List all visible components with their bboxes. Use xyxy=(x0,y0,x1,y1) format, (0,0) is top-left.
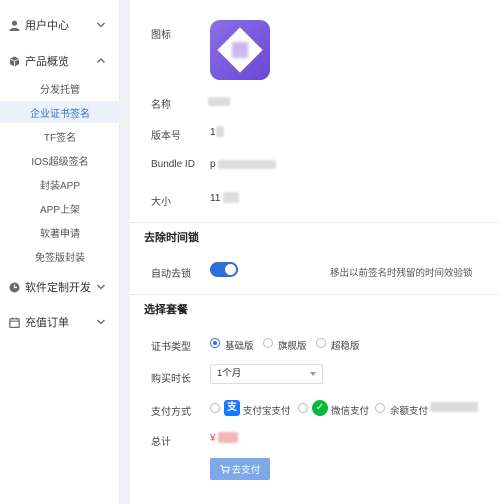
size-redacted xyxy=(223,192,239,203)
menu-label: 用户中心 xyxy=(25,20,69,32)
auto-unlock-toggle[interactable] xyxy=(210,262,238,277)
app-icon-mosaic xyxy=(232,42,248,58)
cert-option-flagship[interactable]: 旗舰版 xyxy=(278,338,307,352)
bundle-id-value: p xyxy=(210,159,216,170)
menu-item-custom-dev[interactable]: 软件定制开发 xyxy=(0,274,120,300)
menu-item-product-overview[interactable]: 产品概览 xyxy=(0,48,120,74)
version-label: 版本号 xyxy=(151,131,181,142)
sub-item-app-listing[interactable]: APP上架 xyxy=(0,197,120,219)
menu-label: 软件定制开发 xyxy=(25,282,91,294)
pay-option-balance[interactable]: 余额支付 xyxy=(390,403,428,417)
chevron-down-icon xyxy=(97,22,105,28)
section-title-time-lock: 去除时间锁 xyxy=(144,232,199,244)
wechat-pay-icon: ✓ xyxy=(312,400,328,416)
pay-option-alipay[interactable]: 支付宝支付 xyxy=(243,403,291,417)
name-value-redacted xyxy=(208,97,230,106)
time-lock-hint: 移出以前签名时残留的时间效验锁 xyxy=(330,268,473,279)
layout-divider xyxy=(120,0,130,504)
bundle-id-label: Bundle ID xyxy=(151,159,195,170)
menu-item-user-center[interactable]: 用户中心 xyxy=(0,12,120,38)
cert-option-basic[interactable]: 基础版 xyxy=(225,338,254,352)
cert-option-stable[interactable]: 超稳版 xyxy=(331,338,360,352)
version-redacted xyxy=(216,126,224,137)
sidebar: 用户中心 产品概览 分发托管 企业证书签名 TF签名 IOS超级签名 封装APP… xyxy=(0,0,120,504)
user-icon xyxy=(9,20,20,31)
menu-label: 充值订单 xyxy=(25,317,69,329)
sub-item-tf-sign[interactable]: TF签名 xyxy=(0,125,120,147)
cert-radio-stable[interactable] xyxy=(316,338,326,348)
cube-icon xyxy=(9,56,20,67)
pay-option-wechat[interactable]: 微信支付 xyxy=(331,403,369,417)
sub-item-ios-super-sign[interactable]: IOS超级签名 xyxy=(0,149,120,171)
pay-radio-balance[interactable] xyxy=(375,403,385,413)
sub-item-copyright[interactable]: 软著申请 xyxy=(0,221,120,243)
total-redacted xyxy=(218,432,238,443)
pay-button[interactable]: 去支付 xyxy=(210,458,270,480)
cert-radio-flagship[interactable] xyxy=(263,338,273,348)
main-content: 图标 名称 版本号 1 Bundle ID p 大小 11 去除时间锁 自动去锁… xyxy=(130,0,500,504)
pay-method-label: 支付方式 xyxy=(151,407,191,418)
size-label: 大小 xyxy=(151,197,171,208)
balance-redacted xyxy=(430,402,478,412)
bundle-id-redacted xyxy=(218,160,276,169)
divider xyxy=(130,222,500,223)
sub-item-package-app[interactable]: 封装APP xyxy=(0,173,120,195)
pay-radio-wechat[interactable] xyxy=(298,403,308,413)
cert-type-label: 证书类型 xyxy=(151,342,191,353)
sub-item-enterprise-cert[interactable]: 企业证书签名 xyxy=(0,101,120,123)
cart-icon xyxy=(220,464,230,474)
auto-unlock-label: 自动去锁 xyxy=(151,269,191,280)
total-currency: ¥ xyxy=(210,433,216,444)
icon-label: 图标 xyxy=(151,30,171,41)
caret-down-icon xyxy=(310,372,316,376)
menu-label: 产品概览 xyxy=(25,56,69,68)
section-title-package: 选择套餐 xyxy=(144,304,188,316)
chevron-down-icon xyxy=(97,319,105,325)
chevron-down-icon xyxy=(97,284,105,290)
sub-item-distribution[interactable]: 分发托管 xyxy=(0,77,120,99)
pay-radio-alipay[interactable] xyxy=(210,403,220,413)
version-value: 1 xyxy=(210,127,216,138)
toggle-knob xyxy=(225,264,236,275)
duration-value: 1个月 xyxy=(217,368,242,379)
sub-item-free-sign-package[interactable]: 免签版封装 xyxy=(0,245,120,267)
calendar-icon xyxy=(9,317,20,328)
duration-select[interactable]: 1个月 xyxy=(210,364,323,384)
app-icon xyxy=(210,20,270,80)
size-value: 11 xyxy=(210,193,221,204)
cert-radio-basic[interactable] xyxy=(210,338,220,348)
alipay-icon: 支 xyxy=(224,400,240,416)
duration-label: 购买时长 xyxy=(151,374,191,385)
chevron-up-icon xyxy=(97,58,105,63)
divider xyxy=(130,294,500,295)
name-label: 名称 xyxy=(151,100,171,111)
dev-icon xyxy=(9,282,20,293)
menu-item-recharge-orders[interactable]: 充值订单 xyxy=(0,309,120,335)
pay-button-label: 去支付 xyxy=(231,465,261,476)
total-label: 总计 xyxy=(151,437,171,448)
